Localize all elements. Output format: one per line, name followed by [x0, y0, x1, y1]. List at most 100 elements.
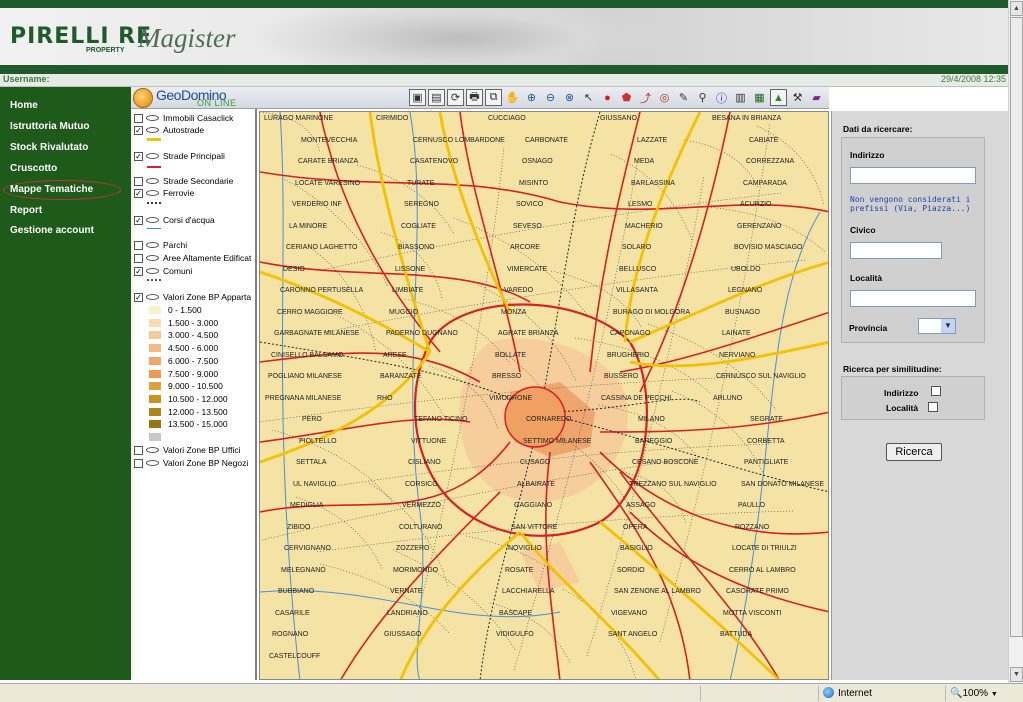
legend-label: 4.500 - 6.000 — [168, 343, 219, 354]
layer-checkbox[interactable]: ✓ — [134, 151, 143, 161]
layer-visibility-icon[interactable] — [146, 447, 159, 453]
layer-row[interactable]: Valori Zone BP Negozi — [134, 457, 248, 469]
layer-checkbox[interactable]: ✓ — [134, 215, 143, 225]
dropdown-arrow-icon: ▼ — [990, 691, 998, 698]
nav-item-report[interactable]: Report — [10, 205, 42, 216]
zoom-in-icon[interactable]: ⊕ — [523, 89, 540, 106]
place-label: POGLIANO MILANESE — [268, 373, 342, 380]
layer-row[interactable]: ✓ Valori Zone BP Apparta — [134, 291, 251, 303]
place-label: NOVIGLIO — [508, 545, 542, 552]
localita-input[interactable] — [850, 290, 976, 307]
layer-visibility-icon[interactable] — [146, 153, 159, 159]
place-label: MEDIGLIA — [290, 502, 324, 509]
layer-visibility-icon[interactable] — [146, 294, 159, 300]
nav-item-cruscotto[interactable]: Cruscotto — [10, 163, 57, 174]
layer-visibility-icon[interactable] — [146, 217, 159, 223]
nav-item-gestione-account[interactable]: Gestione account — [10, 225, 94, 236]
eraser-icon[interactable]: ✎ — [675, 89, 692, 106]
layer-checkbox[interactable] — [134, 240, 143, 250]
info-icon[interactable]: ⓘ — [713, 89, 730, 106]
place-label: BIASSONO — [398, 244, 435, 251]
copy-icon[interactable]: ⧉ — [485, 89, 502, 106]
layer-panel: Immobili Casaclick ✓ Autostrade ✓ Strade Pri… — [131, 109, 257, 680]
place-label: SORDIO — [617, 566, 645, 574]
map-canvas[interactable]: LURAGO MARINONE CIRIMIDO CUCCIAGO GIUSSANO B… — [259, 111, 829, 680]
scroll-down-icon[interactable]: ▼ — [1010, 667, 1023, 682]
layer-checkbox[interactable] — [134, 458, 143, 468]
layer-label: Parchi — [163, 240, 188, 250]
place-label: BRUGHERIO — [607, 351, 650, 359]
layer-visibility-icon[interactable] — [146, 460, 159, 466]
refresh-icon[interactable]: ⟳ — [447, 89, 464, 106]
route-icon[interactable]: ⤴ — [637, 89, 654, 106]
book-icon[interactable]: ▰ — [808, 89, 825, 106]
triangle-icon[interactable]: ▲ — [770, 89, 787, 106]
layer-row[interactable]: Valori Zone BP Uffici — [134, 444, 240, 456]
layer-checkbox[interactable] — [134, 445, 143, 455]
layer-checkbox[interactable]: ✓ — [134, 292, 143, 302]
zoom-out-icon[interactable]: ⊖ — [542, 89, 559, 106]
place-label: GAGGIANO — [514, 502, 553, 509]
layer-checkbox[interactable] — [134, 253, 143, 263]
civico-input[interactable] — [850, 242, 942, 259]
layer-checkbox[interactable] — [134, 176, 143, 186]
layer-visibility-icon[interactable] — [146, 255, 159, 261]
layer-checkbox[interactable]: ✓ — [134, 125, 143, 135]
print-icon[interactable]: 🖶 — [466, 89, 483, 106]
layer-checkbox[interactable]: ✓ — [134, 266, 143, 276]
layer-row[interactable]: ✓ Comuni — [134, 265, 192, 277]
ruler-icon[interactable]: ▥ — [732, 89, 749, 106]
polygon-icon[interactable]: ⬟ — [618, 89, 635, 106]
layer-row[interactable]: ✓ Corsi d'acqua — [134, 214, 215, 226]
binoculars-icon[interactable]: ⚲ — [694, 89, 711, 106]
nav-item-stock-rivalutato[interactable]: Stock Rivalutato — [10, 142, 88, 153]
nav-item-istruttoria-mutuo[interactable]: Istruttoria Mutuo — [10, 121, 89, 132]
top-stripe — [0, 0, 1008, 8]
layer-visibility-icon[interactable] — [146, 178, 159, 184]
sim-indirizzo-checkbox[interactable] — [931, 386, 941, 396]
layer-visibility-icon[interactable] — [146, 115, 159, 121]
layer-row[interactable]: ✓ Strade Principali — [134, 150, 225, 162]
layer-row[interactable]: Strade Secondarie — [134, 175, 233, 187]
localita-label: Località — [850, 273, 883, 283]
layer-row[interactable]: ✓ Ferrovie — [134, 187, 194, 199]
legend-class: 13.500 - 15.000 — [148, 418, 228, 430]
circle-icon[interactable]: ● — [599, 89, 616, 106]
layer-row[interactable]: Aree Altamente Edificat — [134, 252, 251, 264]
nav-item-mappe-tematiche[interactable]: Mappe Tematiche — [10, 184, 93, 195]
layer-visibility-icon[interactable] — [146, 127, 159, 133]
pan-icon[interactable]: ✋ — [504, 89, 521, 106]
place-label: TREZZANO SUL NAVIGLIO — [629, 480, 717, 488]
select-arrow-icon[interactable]: ↖ — [580, 89, 597, 106]
layer-row[interactable]: Immobili Casaclick — [134, 112, 233, 124]
similarity-title: Ricerca per similitudine: — [843, 364, 942, 374]
place-label: MISINTO — [519, 179, 549, 187]
layer-visibility-icon[interactable] — [146, 268, 159, 274]
layers-icon[interactable]: ▤ — [428, 89, 445, 106]
scrollbar-thumb[interactable] — [1010, 17, 1023, 637]
map-icon[interactable]: ▣ — [409, 89, 426, 106]
chevron-down-icon: ▼ — [941, 319, 955, 333]
place-label: PREGNANA MILANESE — [265, 394, 342, 402]
layer-row[interactable]: Parchi — [134, 239, 187, 251]
layer-checkbox[interactable]: ✓ — [134, 188, 143, 198]
provincia-select[interactable]: ▼ — [918, 318, 956, 334]
tools-icon[interactable]: ⚒ — [789, 89, 806, 106]
scroll-up-icon[interactable]: ▲ — [1010, 1, 1023, 16]
nav-item-home[interactable]: Home — [10, 100, 38, 111]
layer-row[interactable]: ✓ Autostrade — [134, 124, 204, 136]
place-label: SEREGNO — [404, 201, 440, 208]
legend-icon[interactable]: ▦ — [751, 89, 768, 106]
zoom-extent-icon[interactable]: ⊗ — [561, 89, 578, 106]
layer-checkbox[interactable] — [134, 113, 143, 123]
sim-localita-checkbox[interactable] — [928, 402, 938, 412]
buffer-icon[interactable]: ◎ — [656, 89, 673, 106]
ricerca-button[interactable]: Ricerca — [886, 443, 942, 461]
legend-label: 3.000 - 4.500 — [168, 330, 219, 341]
place-label: OSNAGO — [522, 158, 553, 165]
layer-visibility-icon[interactable] — [146, 242, 159, 248]
zoom-control[interactable]: 🔍100% ▼ — [945, 686, 1021, 701]
indirizzo-input[interactable] — [850, 167, 976, 184]
page-scrollbar[interactable]: ▲ ▼ — [1008, 0, 1023, 683]
layer-visibility-icon[interactable] — [146, 190, 159, 196]
